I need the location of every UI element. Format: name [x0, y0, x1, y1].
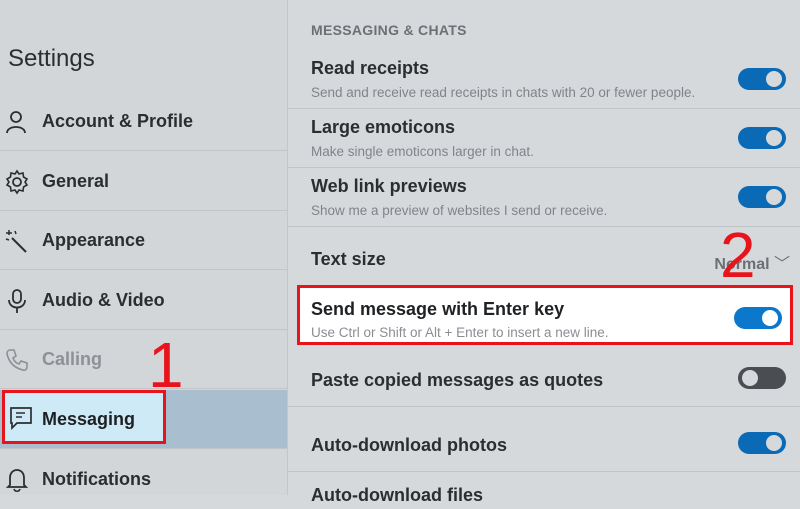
setting-title: Text size	[311, 249, 386, 269]
setting-description: Send and receive read receipts in chats …	[311, 85, 696, 100]
paste-as-quotes-toggle[interactable]	[738, 367, 786, 389]
sidebar-item-account-profile[interactable]: Account & Profile	[0, 92, 287, 151]
sidebar-item-calling[interactable]: Calling	[0, 330, 287, 389]
auto-download-photos-toggle[interactable]	[738, 432, 786, 454]
sidebar-item-general[interactable]: General	[0, 152, 287, 211]
step-2-number: 2	[720, 219, 756, 291]
read-receipts-toggle[interactable]	[738, 68, 786, 90]
magic-wand-icon	[5, 230, 27, 253]
setting-send-with-enter: Send message with Enter key Use Ctrl or …	[297, 285, 793, 345]
chat-icon	[10, 407, 32, 430]
setting-description: Show me a preview of websites I send or …	[311, 203, 608, 218]
setting-read-receipts: Read receipts Send and receive read rece…	[288, 50, 800, 109]
sidebar-item-audio-video[interactable]: Audio & Video	[0, 271, 287, 330]
bell-icon	[5, 469, 29, 493]
person-icon	[6, 111, 26, 134]
setting-title: Send message with Enter key	[311, 299, 565, 319]
web-link-previews-toggle[interactable]	[738, 186, 786, 208]
settings-sidebar: Settings Account & Profile General Appea…	[0, 0, 288, 495]
setting-title: Large emoticons	[311, 117, 456, 137]
sidebar-item-label: Messaging	[42, 409, 136, 429]
setting-auto-download-photos: Auto-download photos	[288, 407, 800, 472]
sidebar-item-label: Audio & Video	[42, 290, 165, 310]
setting-description: Make single emoticons larger in chat.	[311, 144, 534, 159]
sidebar-item-label: Account & Profile	[42, 111, 194, 131]
setting-paste-as-quotes: Paste copied messages as quotes	[288, 350, 800, 407]
setting-description: Use Ctrl or Shift or Alt + Enter to inse…	[311, 325, 609, 340]
sidebar-item-notifications[interactable]: Notifications	[0, 450, 287, 509]
large-emoticons-toggle[interactable]	[738, 127, 786, 149]
settings-title: Settings	[8, 45, 95, 72]
section-title: MESSAGING & CHATS	[311, 22, 467, 38]
sidebar-item-label: General	[42, 171, 110, 191]
sidebar-item-label: Appearance	[42, 230, 146, 250]
setting-auto-download-files: Auto-download files	[288, 472, 800, 505]
setting-large-emoticons: Large emoticons Make single emoticons la…	[288, 109, 800, 168]
setting-title: Paste copied messages as quotes	[311, 370, 604, 390]
setting-title: Read receipts	[311, 58, 430, 78]
step-1-highlight-box: Messaging	[2, 390, 166, 444]
setting-title: Web link previews	[311, 176, 467, 196]
microphone-icon	[8, 289, 26, 313]
send-with-enter-toggle[interactable]	[734, 307, 782, 329]
phone-icon	[6, 349, 28, 372]
step-1-number: 1	[148, 329, 184, 401]
setting-title: Auto-download files	[311, 485, 483, 505]
sidebar-item-appearance[interactable]: Appearance	[0, 211, 287, 270]
sidebar-item-label: Notifications	[42, 469, 152, 489]
setting-title: Auto-download photos	[311, 435, 507, 455]
gear-icon	[5, 169, 29, 195]
chevron-down-icon: ﹀	[773, 256, 790, 273]
sidebar-item-label: Calling	[42, 349, 103, 369]
